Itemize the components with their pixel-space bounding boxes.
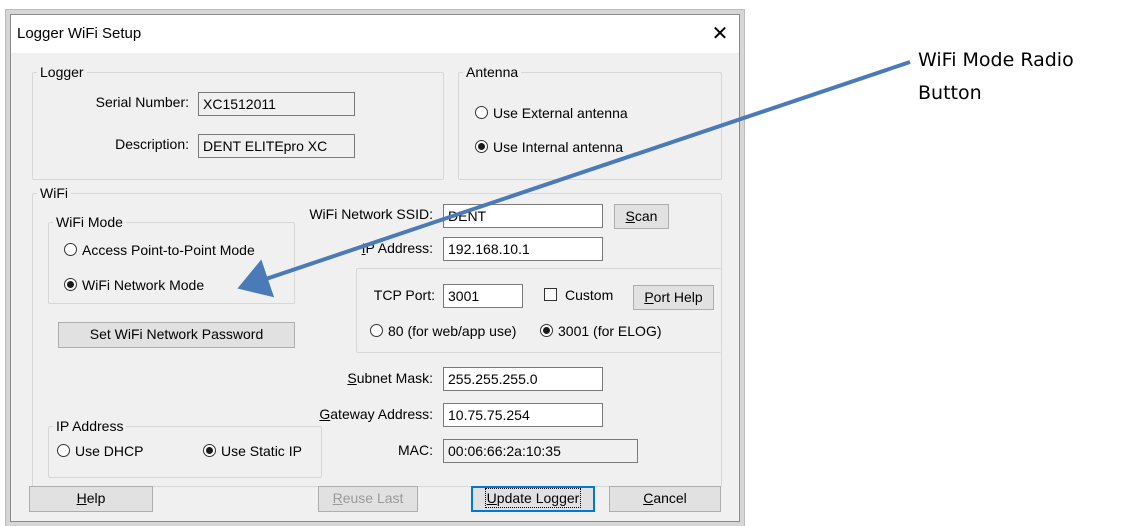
subnet-rest: ubnet Mask: [356, 370, 433, 386]
dialog-title: Logger WiFi Setup [17, 25, 142, 42]
cancel-button[interactable]: Cancel [609, 486, 721, 512]
tcp-port-label: TCP Port: [373, 287, 435, 303]
cancel-accel: C [643, 490, 654, 506]
custom-port-checkbox[interactable] [544, 288, 557, 301]
subnet-mask-input[interactable]: 255.255.255.0 [443, 367, 603, 391]
tcp-port-group [356, 268, 721, 353]
scan-accel: S [625, 208, 635, 224]
wifi-mode-ap-label: Access Point-to-Point Mode [82, 242, 255, 258]
wifi-mode-network-radio[interactable] [64, 278, 77, 291]
reuse-accel: R [332, 490, 343, 506]
scan-rest: can [634, 208, 658, 224]
set-wifi-password-button[interactable]: Set WiFi Network Password [58, 322, 295, 348]
ip-address-input[interactable]: 192.168.10.1 [443, 237, 603, 261]
port-help-button[interactable]: Port Help [633, 285, 714, 310]
ssid-label: WiFi Network SSID: [309, 206, 433, 222]
ip-rest: P Address: [365, 240, 433, 256]
gateway-address-label: Gateway Address: [293, 405, 433, 423]
tcp-port-input[interactable]: 3001 [443, 284, 523, 308]
port-80-radio[interactable] [370, 324, 383, 337]
wifi-group-label: WiFi [37, 185, 71, 201]
subnet-accel: S [347, 370, 357, 386]
annotation-callout: WiFi Mode Radio Button [918, 49, 1074, 104]
antenna-group: Antenna [458, 64, 722, 180]
update-logger-button[interactable]: Update Logger [471, 486, 595, 512]
update-rest: pdate Logger [496, 490, 580, 506]
port-80-label: 80 (for web/app use) [388, 323, 517, 339]
serial-number-field: XC1512011 [198, 92, 355, 116]
antenna-external-radio[interactable] [475, 106, 488, 119]
ip-address-group-label: IP Address [53, 418, 127, 434]
port-help-rest: ort Help [653, 289, 703, 305]
ip-dhcp-radio[interactable] [57, 444, 70, 457]
gateway-rest: ateway Address: [330, 406, 433, 422]
antenna-group-label: Antenna [463, 64, 522, 80]
ip-static-label: Use Static IP [221, 443, 302, 459]
gateway-address-input[interactable]: 10.75.75.254 [443, 403, 603, 427]
antenna-internal-label: Use Internal antenna [493, 139, 623, 155]
logger-group: Logger [32, 64, 444, 180]
reuse-rest: euse Last [342, 490, 404, 506]
help-accel: H [76, 490, 87, 506]
serial-number-label: Serial Number: [95, 94, 189, 110]
antenna-external-label: Use External antenna [493, 105, 628, 121]
ip-address-label: IP Address: [313, 239, 433, 257]
wifi-mode-network-label: WiFi Network Mode [82, 277, 205, 293]
mac-label: MAC: [398, 442, 433, 458]
help-button[interactable]: Help [29, 486, 153, 512]
cancel-rest: ancel [653, 490, 687, 506]
antenna-internal-radio[interactable] [475, 140, 488, 153]
logger-group-label: Logger [37, 64, 87, 80]
wifi-mode-ap-radio[interactable] [64, 243, 77, 256]
description-field: DENT ELITEpro XC [198, 134, 355, 158]
port-3001-label: 3001 (for ELOG) [558, 323, 662, 339]
scan-button[interactable]: Scan [614, 204, 669, 229]
help-rest: elp [86, 490, 106, 506]
subnet-mask-label: Subnet Mask: [293, 369, 433, 387]
reuse-last-button[interactable]: Reuse Last [318, 486, 418, 512]
ip-dhcp-label: Use DHCP [75, 443, 144, 459]
ip-static-radio[interactable] [203, 444, 216, 457]
port-help-accel: P [644, 289, 654, 305]
title-bar: Logger WiFi Setup ✕ [11, 15, 739, 53]
mac-address-field: 00:06:66:2a:10:35 [443, 439, 638, 463]
logger-wifi-setup-dialog: Logger WiFi Setup ✕ Logger Serial Number… [10, 14, 740, 522]
description-label: Description: [115, 136, 189, 152]
update-accel: U [486, 490, 497, 506]
close-icon[interactable]: ✕ [707, 21, 733, 47]
ssid-input[interactable]: DENT [443, 204, 603, 228]
port-3001-radio[interactable] [540, 324, 553, 337]
gateway-accel: G [319, 406, 331, 422]
wifi-mode-group-label: WiFi Mode [53, 214, 126, 230]
custom-port-label: Custom [565, 287, 614, 303]
update-logger-focus: Update Logger [484, 488, 582, 508]
